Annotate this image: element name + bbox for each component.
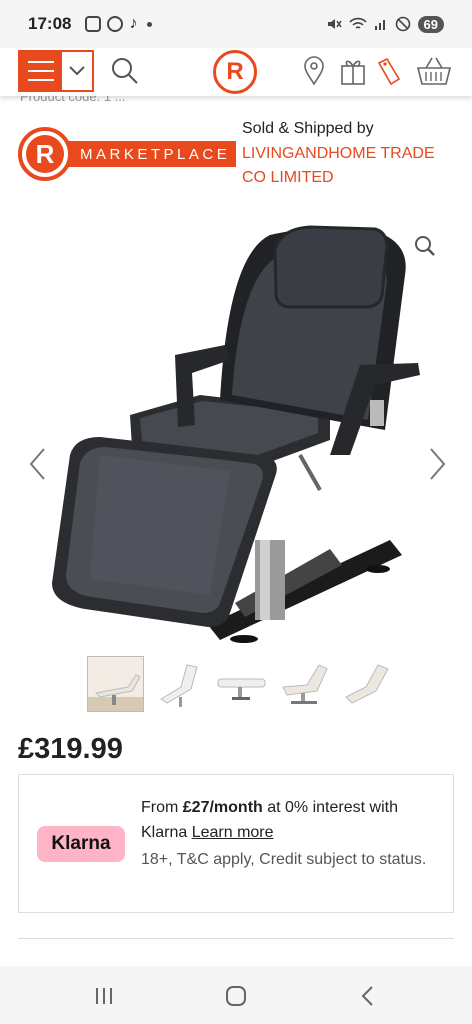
status-bar: 17:08 ♪ 69 (0, 0, 472, 48)
thumbnail-3[interactable] (213, 656, 270, 712)
price-tag-icon (377, 57, 401, 86)
zoom-button[interactable] (414, 235, 436, 262)
basket-icon (416, 57, 452, 85)
signal-icon (374, 20, 385, 30)
thumbnail-1[interactable] (87, 656, 144, 712)
product-image[interactable] (30, 215, 442, 655)
basket-button[interactable] (412, 52, 456, 90)
menu-icon (20, 52, 62, 90)
chevron-left-icon (29, 448, 45, 480)
home-logo[interactable]: R (213, 50, 257, 94)
klarna-learn-more-link[interactable]: Learn more (192, 824, 274, 841)
thumbnail-2[interactable] (150, 656, 207, 712)
site-header: R (0, 48, 472, 96)
logo-letter: R (226, 58, 244, 85)
klarna-panel: Klarna From £27/month at 0% interest wit… (18, 774, 454, 913)
sold-by-label: Sold & Shipped by (242, 120, 374, 137)
chevron-right-icon (430, 448, 446, 480)
home-button[interactable] (216, 982, 256, 1010)
product-price: £319.99 (18, 733, 123, 765)
marketplace-logo-letter: R (26, 135, 64, 173)
klarna-offer-text: From £27/month at 0% interest with Klarn… (141, 799, 398, 841)
klarna-amount: £27/month (182, 799, 263, 816)
gifts-button[interactable] (338, 54, 368, 88)
mute-icon (327, 19, 342, 29)
back-icon (361, 986, 373, 1006)
notification-dot (147, 21, 153, 27)
recent-apps-button[interactable] (84, 982, 124, 1010)
seller-name-link[interactable]: LIVINGANDHOME TRADE CO LIMITED (242, 142, 462, 190)
search-button[interactable] (108, 54, 142, 88)
previous-image-button[interactable] (28, 447, 48, 486)
store-locator-button[interactable] (300, 54, 328, 88)
klarna-logo: Klarna (37, 826, 125, 862)
block-icon (395, 16, 410, 32)
deals-button[interactable] (374, 54, 404, 88)
thumbnail-strip (87, 656, 396, 712)
klarna-terms: 18+, T&C apply, Credit subject to status… (141, 851, 427, 868)
tiktok-icon: ♪ (129, 15, 138, 32)
system-navigation-bar (0, 966, 472, 1024)
home-icon (226, 986, 246, 1006)
marketplace-logo: R MARKETPLACE (18, 127, 237, 181)
location-pin-icon (304, 56, 324, 86)
chevron-down-icon (62, 52, 92, 90)
shield-icon (85, 16, 102, 32)
marketplace-label: MARKETPLACE (66, 141, 237, 167)
thumbnail-4[interactable] (276, 656, 333, 712)
gift-icon (341, 60, 365, 85)
search-icon (112, 58, 138, 84)
wifi-icon (348, 17, 367, 29)
next-image-button[interactable] (427, 447, 447, 486)
recent-apps-icon (96, 988, 112, 1004)
menu-button[interactable] (18, 50, 94, 92)
section-divider (18, 938, 454, 939)
fingerprint-icon (107, 16, 124, 32)
product-code-clipped: Product code: 1 ... (20, 96, 126, 104)
status-time: 17:08 (28, 14, 72, 33)
thumbnail-5[interactable] (339, 656, 396, 712)
battery-indicator: 69 (417, 15, 444, 33)
back-button[interactable] (348, 982, 388, 1010)
zoom-icon (415, 236, 435, 256)
